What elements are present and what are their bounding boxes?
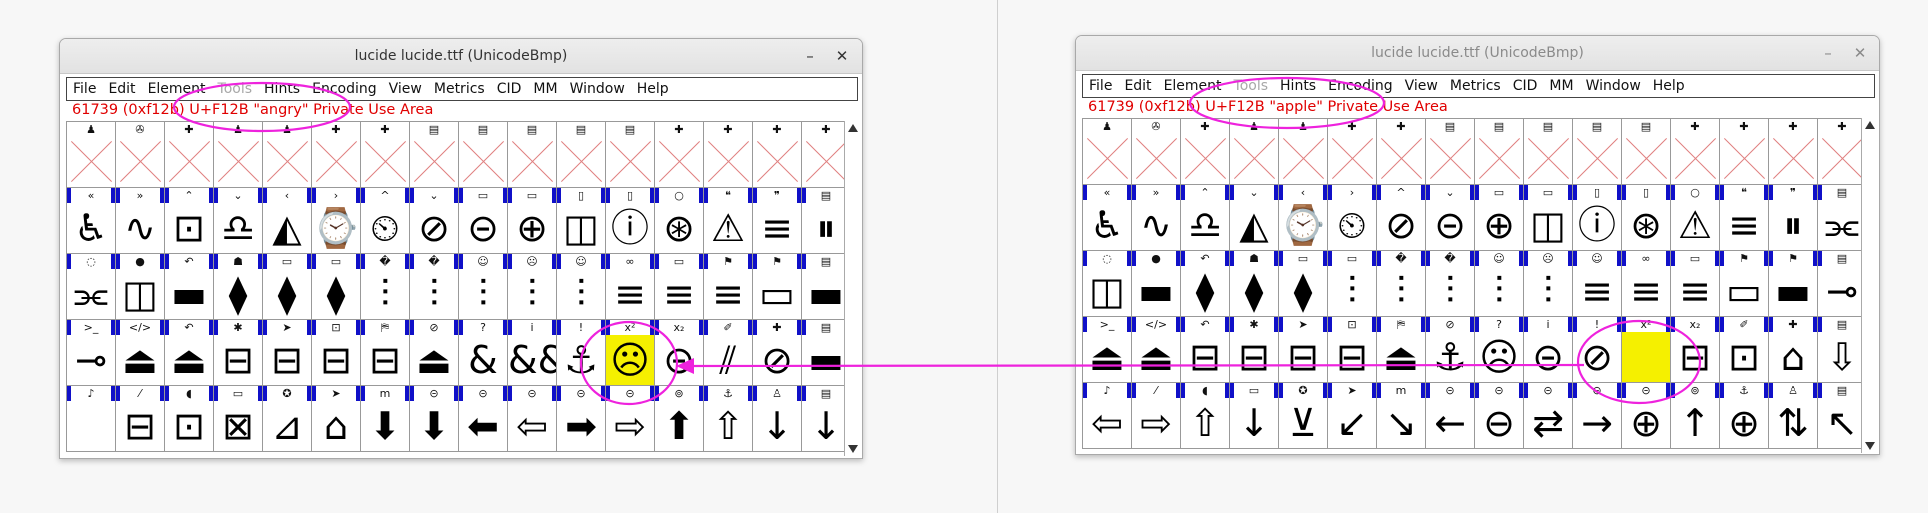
annotation-arrow-line (685, 363, 1585, 368)
annotation-circle-right-info (1188, 76, 1386, 130)
annotation-circle-left-info (172, 81, 352, 133)
annotation-arrow-head (676, 358, 694, 374)
annotation-overlay (172, 76, 1702, 406)
annotation-circle-left-glyph (579, 320, 679, 406)
annotation-circle-right-glyph (1576, 319, 1702, 405)
